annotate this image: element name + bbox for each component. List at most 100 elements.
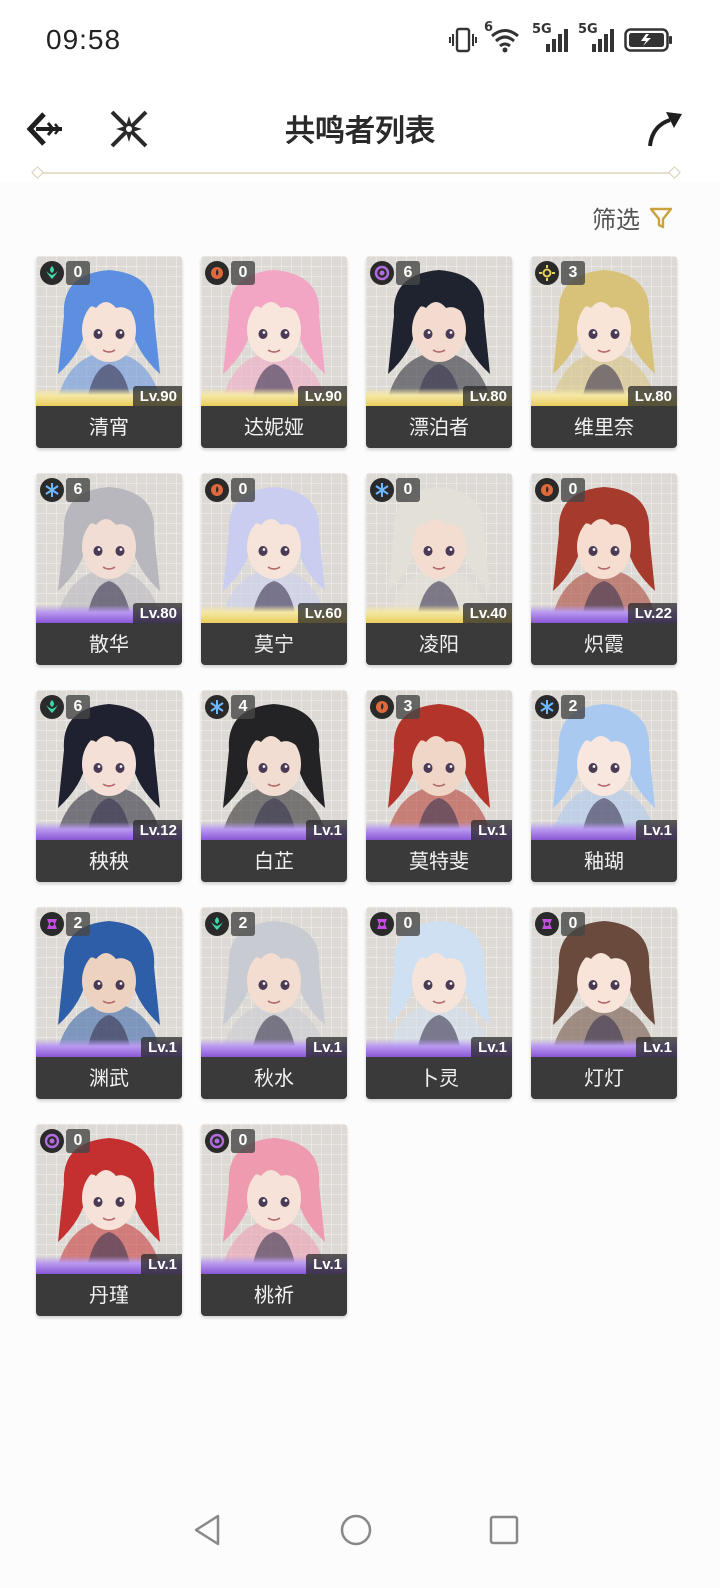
character-name: 灯灯: [531, 1057, 677, 1099]
card-art: 0 Lv.1: [201, 1124, 347, 1274]
level-label: Lv.1: [636, 1037, 677, 1057]
signal-icon-2: 5G: [578, 22, 614, 54]
element-badge: [40, 912, 64, 936]
card-art: 2 Lv.1: [201, 907, 347, 1057]
resonator-card[interactable]: 0 Lv.22 炽霞: [531, 473, 677, 665]
share-arrow-icon: [648, 112, 682, 147]
element-badge: [370, 912, 394, 936]
card-art: 0 Lv.1: [36, 1124, 182, 1274]
resonator-card[interactable]: 0 Lv.1 卜灵: [366, 907, 512, 1099]
resonator-card[interactable]: 3 Lv.1 莫特斐: [366, 690, 512, 882]
card-art: 0 Lv.90: [201, 256, 347, 406]
card-art: 3 Lv.80: [531, 256, 677, 406]
element-badge: [535, 478, 559, 502]
element-badge: [205, 478, 229, 502]
resonator-card[interactable]: 2 Lv.1 渊武: [36, 907, 182, 1099]
element-badge: [370, 478, 394, 502]
electro-element-icon: [542, 919, 552, 929]
sequence-badge: 0: [561, 478, 585, 502]
resonator-card[interactable]: 6 Lv.12 秧秧: [36, 690, 182, 882]
sequence-badge: 0: [66, 261, 90, 285]
level-label: Lv.1: [141, 1037, 182, 1057]
character-name: 散华: [36, 623, 182, 665]
filter-label: 筛选: [592, 206, 640, 234]
page-title: 共鸣者列表: [285, 114, 435, 149]
card-art: 2 Lv.1: [531, 690, 677, 840]
resonator-card[interactable]: 0 Lv.90 清宵: [36, 256, 182, 448]
resonator-card[interactable]: 0 Lv.1 桃祈: [201, 1124, 347, 1316]
sequence-badge: 0: [66, 1129, 90, 1153]
resonator-card[interactable]: 6 Lv.80 散华: [36, 473, 182, 665]
character-name: 桃祈: [201, 1274, 347, 1316]
level-label: Lv.90: [132, 386, 182, 406]
sequence-badge: 4: [231, 695, 255, 719]
nav-home-button[interactable]: [336, 1510, 376, 1550]
header-divider: [38, 172, 674, 174]
nav-recents-button[interactable]: [484, 1510, 524, 1550]
resonator-card[interactable]: 0 Lv.1 灯灯: [531, 907, 677, 1099]
fusion-element-icon: [211, 267, 223, 279]
share-button[interactable]: [642, 106, 688, 152]
level-label: Lv.1: [306, 1254, 347, 1274]
level-label: Lv.90: [297, 386, 347, 406]
level-label: Lv.1: [636, 820, 677, 840]
card-art: 6 Lv.12: [36, 690, 182, 840]
card-art: 6 Lv.80: [36, 473, 182, 623]
fusion-element-icon: [541, 484, 553, 496]
character-name: 炽霞: [531, 623, 677, 665]
element-badge: [535, 695, 559, 719]
wifi-badge: 6: [484, 20, 494, 35]
element-badge: [205, 261, 229, 285]
sequence-badge: 3: [396, 695, 420, 719]
sequence-badge: 0: [561, 912, 585, 936]
resonator-card[interactable]: 0 Lv.60 莫宁: [201, 473, 347, 665]
element-badge: [40, 478, 64, 502]
level-label: Lv.22: [627, 603, 677, 623]
resonator-card[interactable]: 2 Lv.1 釉瑚: [531, 690, 677, 882]
havoc-element-icon: [374, 265, 390, 281]
level-label: Lv.40: [462, 603, 512, 623]
level-label: Lv.12: [132, 820, 182, 840]
sequence-badge: 0: [231, 478, 255, 502]
resonator-card[interactable]: 6 Lv.80 漂泊者: [366, 256, 512, 448]
card-art: 2 Lv.1: [36, 907, 182, 1057]
card-art: 0 Lv.40: [366, 473, 512, 623]
sequence-badge: 6: [66, 695, 90, 719]
character-name: 维里奈: [531, 406, 677, 448]
resonator-card[interactable]: 0 Lv.90 达妮娅: [201, 256, 347, 448]
resonator-card[interactable]: 3 Lv.80 维里奈: [531, 256, 677, 448]
character-name: 莫宁: [201, 623, 347, 665]
level-label: Lv.60: [297, 603, 347, 623]
level-label: Lv.80: [627, 386, 677, 406]
element-badge: [40, 261, 64, 285]
circle-home-icon: [340, 1514, 372, 1546]
character-name: 莫特斐: [366, 840, 512, 882]
card-art: 6 Lv.80: [366, 256, 512, 406]
fusion-element-icon: [376, 701, 388, 713]
status-bar: 09:58 6 5G 5G: [0, 0, 720, 84]
card-art: 4 Lv.1: [201, 690, 347, 840]
filter-button[interactable]: 筛选: [592, 200, 674, 235]
sequence-badge: 3: [561, 261, 585, 285]
resonator-card[interactable]: 2 Lv.1 秋水: [201, 907, 347, 1099]
level-label: Lv.80: [132, 603, 182, 623]
sequence-badge: 6: [66, 478, 90, 502]
status-icons: 6 5G 5G: [448, 20, 674, 54]
glacio-element-icon: [210, 700, 224, 714]
nav-back-button[interactable]: [188, 1510, 228, 1550]
character-name: 秧秧: [36, 840, 182, 882]
element-badge: [40, 1129, 64, 1153]
aero-element-icon: [46, 700, 58, 713]
resonator-card[interactable]: 4 Lv.1 白芷: [201, 690, 347, 882]
havoc-element-icon: [209, 1133, 225, 1149]
character-name: 秋水: [201, 1057, 347, 1099]
resonator-card[interactable]: 0 Lv.40 凌阳: [366, 473, 512, 665]
glacio-element-icon: [45, 483, 59, 497]
aero-element-icon: [46, 266, 58, 279]
character-name: 卜灵: [366, 1057, 512, 1099]
electro-element-icon: [377, 919, 387, 929]
element-badge: [205, 912, 229, 936]
wifi-icon: 6: [484, 20, 522, 54]
character-name: 漂泊者: [366, 406, 512, 448]
resonator-card[interactable]: 0 Lv.1 丹瑾: [36, 1124, 182, 1316]
